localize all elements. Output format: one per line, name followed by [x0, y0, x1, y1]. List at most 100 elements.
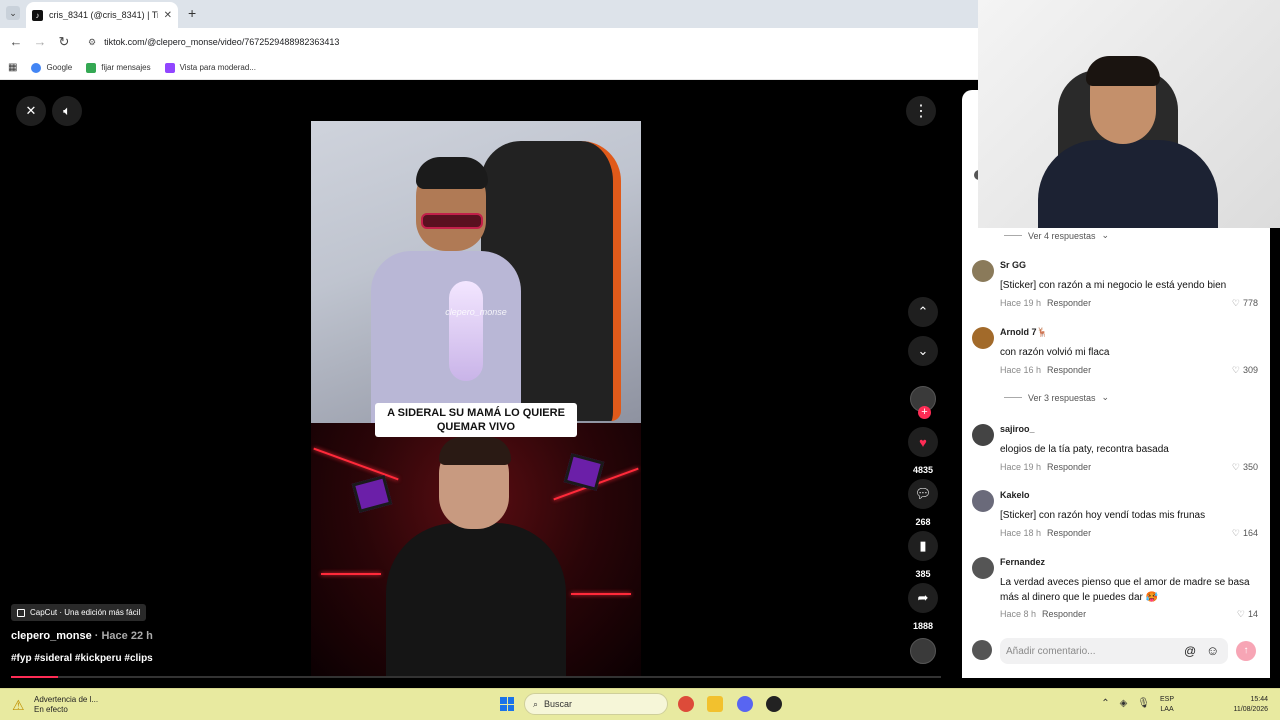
discord-icon[interactable]	[737, 696, 753, 712]
avatar[interactable]	[972, 327, 994, 349]
reply-button[interactable]: Responder	[1042, 609, 1086, 619]
comment-user[interactable]: Arnold 7🦌	[1000, 327, 1048, 338]
chrome-icon[interactable]	[678, 696, 694, 712]
site-info-icon[interactable]: ⚙	[88, 37, 96, 48]
reply-button[interactable]: Responder	[1047, 462, 1091, 472]
comment-text: con razón volvió mi flaca	[1000, 347, 1110, 358]
comment-user[interactable]: sajiroo_	[1000, 424, 1035, 434]
streamer-figure	[371, 157, 521, 423]
reply-button[interactable]: Responder	[1047, 365, 1091, 375]
chevron-up-icon[interactable]: ⌃	[908, 297, 938, 327]
emoji-icon[interactable]: ☺	[1206, 643, 1219, 658]
tab-search-icon[interactable]: ⌄	[6, 6, 20, 20]
follow-plus-icon[interactable]: +	[918, 406, 931, 419]
taskbar-search[interactable]: ⌕ Buscar	[524, 693, 668, 715]
webcam-overlay	[978, 0, 1280, 228]
sound-avatar[interactable]	[903, 638, 943, 664]
comment-user[interactable]: Kakelo	[1000, 490, 1030, 500]
browser-tab[interactable]: ♪ cris_8341 (@cris_8341) | TikTok ✕	[26, 2, 178, 28]
avatar[interactable]	[972, 557, 994, 579]
avatar[interactable]	[972, 424, 994, 446]
comment-icon[interactable]: 💬︎	[908, 479, 938, 509]
share-button[interactable]: ➦ 1888	[903, 583, 943, 631]
clock[interactable]: 15:44 11/08/2026	[1222, 695, 1268, 715]
language-indicator[interactable]: ESP LAA	[1160, 695, 1174, 715]
bookmark-vista-moderador[interactable]: Vista para moderad...	[164, 62, 256, 73]
bookmark-fijar-mensajes[interactable]: fijar mensajes	[86, 62, 151, 73]
comment-user[interactable]: Fernandez	[1000, 557, 1045, 567]
avatar	[972, 640, 992, 660]
comment-button[interactable]: 💬︎ 268	[903, 479, 943, 527]
prev-video-button[interactable]: ⌃	[903, 297, 943, 327]
apps-grid-icon[interactable]: ▦	[8, 62, 17, 73]
chevron-up-icon[interactable]: ⌃	[1101, 698, 1109, 709]
capcut-badge[interactable]: CapCut · Una edición más fácil	[11, 604, 147, 621]
comment-like-button[interactable]: ♡ 350	[1232, 462, 1258, 473]
avatar[interactable]	[972, 490, 994, 512]
purple-cube	[563, 453, 605, 491]
comment-meta: Hace 19 h Responder	[1000, 298, 1091, 308]
back-icon[interactable]: ←	[8, 34, 24, 49]
forward-icon[interactable]: →	[32, 34, 48, 49]
view-replies-button[interactable]: Ver 4 respuestas ⌄	[1004, 230, 1109, 241]
comment-like-button[interactable]: ♡ 778	[1232, 298, 1258, 309]
capcut-icon	[17, 608, 25, 617]
reload-icon[interactable]: ↻	[56, 34, 72, 50]
network-icon[interactable]: ◈	[1120, 698, 1128, 709]
bookmark-icon[interactable]: ▮	[908, 531, 938, 561]
share-icon[interactable]: ➦	[908, 583, 938, 613]
view-replies-button[interactable]: Ver 3 respuestas ⌄	[1004, 392, 1109, 403]
mention-icon[interactable]: @	[1184, 644, 1196, 658]
video-progress-bar[interactable]	[11, 676, 941, 678]
chevron-down-icon[interactable]: ⌄	[908, 336, 938, 366]
comment-time: Hace 19 h	[1000, 298, 1042, 308]
video-caption: A SIDERAL SU MAMÁ LO QUIERE QUEMAR VIVO	[375, 403, 577, 437]
more-options-icon[interactable]: ⋮	[906, 96, 936, 126]
video-player[interactable]: ✕ 🔈︎ ⋮ clepero_monse A SIDERAL SU MAMÁ L…	[0, 80, 962, 680]
like-button[interactable]: ♥ 4835	[903, 427, 943, 475]
comment-text: La verdad aveces pienso que el amor de m…	[1000, 577, 1250, 603]
weather-warning[interactable]: ⚠ Advertencia de l... En efecto	[12, 695, 98, 715]
obs-icon[interactable]	[766, 696, 782, 712]
video-frame[interactable]: clepero_monse A SIDERAL SU MAMÁ LO QUIER…	[311, 121, 641, 677]
windows-start-icon[interactable]	[500, 697, 514, 711]
heart-icon[interactable]: ♥	[908, 427, 938, 457]
creator-avatar-button[interactable]: +	[903, 386, 943, 419]
send-icon[interactable]: ↑	[1236, 641, 1256, 661]
close-icon[interactable]: ✕	[16, 96, 46, 126]
music-disc-icon[interactable]	[910, 638, 936, 664]
comment-placeholder: Añadir comentario...	[1006, 645, 1096, 657]
comment-like-button[interactable]: ♡ 309	[1232, 365, 1258, 376]
like-count: 4835	[912, 465, 934, 475]
close-tab-icon[interactable]: ✕	[164, 10, 172, 21]
volume-icon[interactable]: 🔈︎	[52, 96, 82, 126]
author-name[interactable]: clepero_monse	[11, 630, 92, 642]
next-video-button[interactable]: ⌄	[903, 336, 943, 366]
save-button[interactable]: ▮ 385	[903, 531, 943, 579]
guest-figure	[386, 523, 566, 677]
comment-meta: Hace 16 h Responder	[1000, 365, 1091, 375]
file-explorer-icon[interactable]	[707, 696, 723, 712]
tab-title: cris_8341 (@cris_8341) | TikTok	[49, 10, 158, 20]
new-tab-icon[interactable]: +	[188, 5, 196, 21]
comment-text: [Sticker] con razón a mi negocio le está…	[1000, 280, 1227, 291]
url-field[interactable]: ⚙ tiktok.com/@clepero_monse/video/767252…	[80, 32, 970, 52]
avatar[interactable]: +	[910, 386, 936, 419]
warning-title: Advertencia de l...	[34, 695, 99, 704]
video-watermark: clepero_monse	[445, 307, 507, 317]
reply-button[interactable]: Responder	[1047, 298, 1091, 308]
microphone-icon[interactable]: 🎙︎	[1137, 698, 1150, 709]
comment-count: 268	[915, 517, 931, 527]
heart-icon: ♡	[1231, 528, 1240, 538]
heart-icon: ♡	[1231, 298, 1240, 308]
hashtags[interactable]: #fyp #sideral #kickperu #clips	[11, 653, 153, 664]
bookmark-google[interactable]: Google	[31, 62, 73, 73]
heart-icon: ♡	[1231, 462, 1240, 472]
reply-button[interactable]: Responder	[1047, 528, 1091, 538]
comment-like-button[interactable]: ♡ 164	[1232, 528, 1258, 539]
google-icon	[31, 62, 42, 73]
bookmark-label: Google	[46, 63, 73, 72]
comment-like-button[interactable]: ♡ 14	[1237, 609, 1258, 620]
comment-user[interactable]: Sr GG	[1000, 260, 1026, 270]
avatar[interactable]	[972, 260, 994, 282]
